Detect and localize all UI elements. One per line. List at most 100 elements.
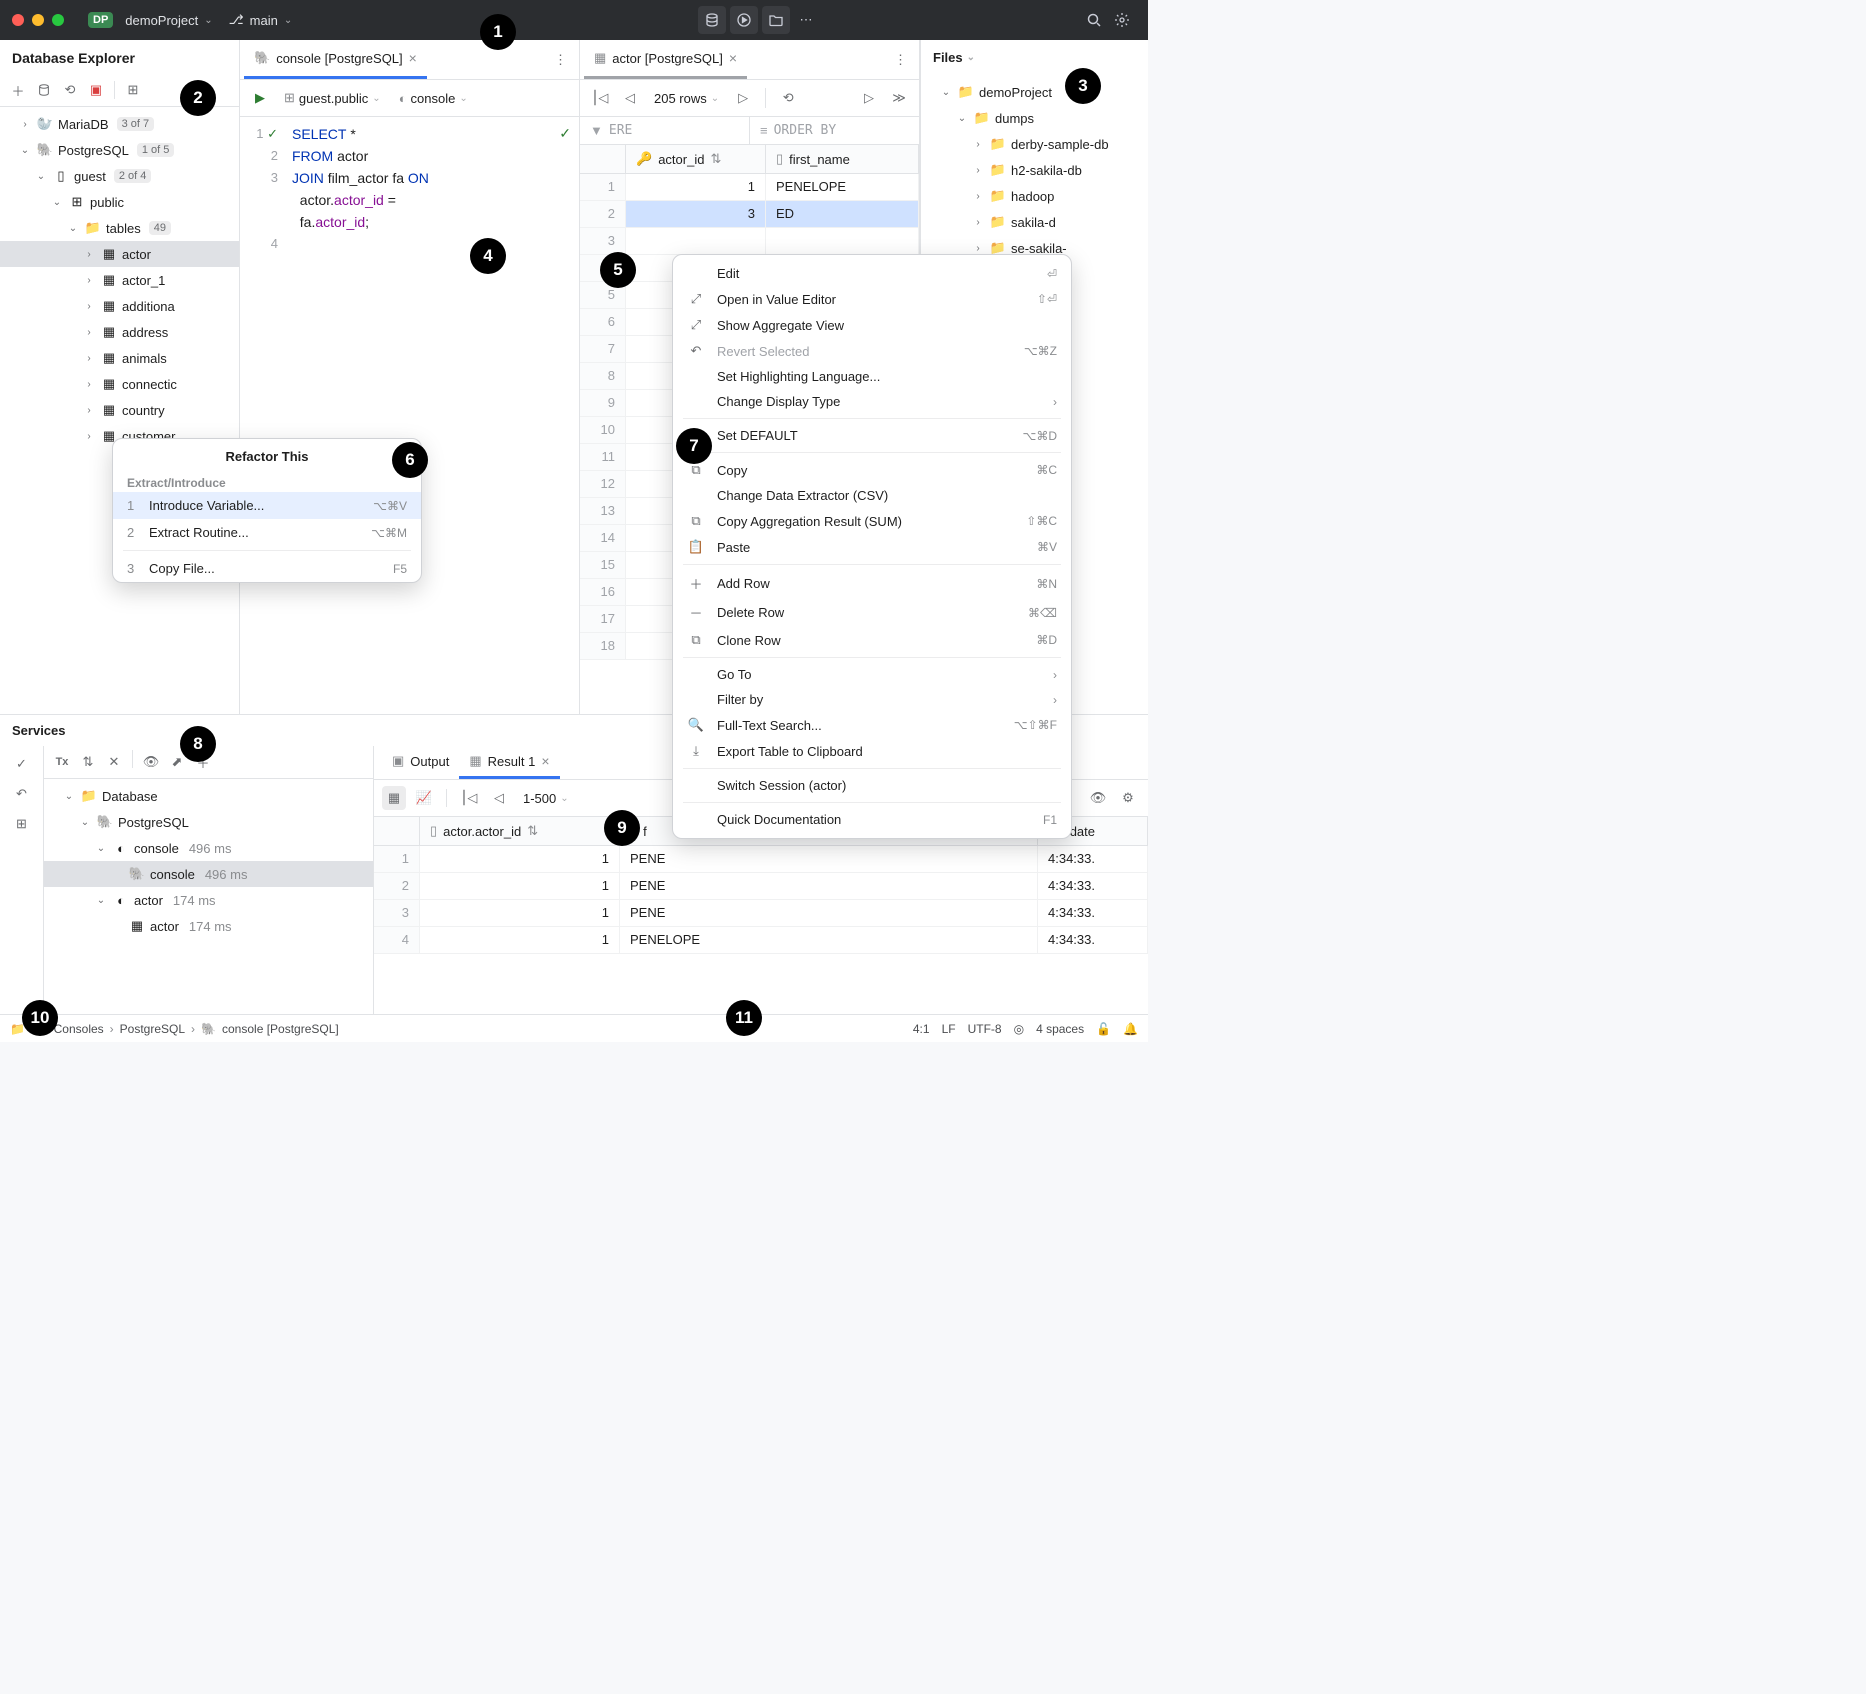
new-datasource-button[interactable]: ＋: [6, 78, 30, 102]
expand-button[interactable]: ⇅: [76, 750, 100, 774]
readonly-icon[interactable]: ◎: [1014, 1022, 1024, 1036]
table-row[interactable]: 1 1 PENELOPE: [580, 174, 919, 201]
line-ending[interactable]: LF: [942, 1022, 956, 1036]
view-button[interactable]: 👁: [139, 750, 163, 774]
project-selector[interactable]: DP demoProject ⌄: [80, 8, 221, 32]
maximize-window-button[interactable]: [52, 14, 64, 26]
tree-item[interactable]: › ▦ actor: [0, 241, 239, 267]
refactor-option[interactable]: 1Introduce Variable...⌥⌘V: [113, 492, 421, 519]
database-tool-icon[interactable]: [698, 6, 726, 34]
context-menu-item[interactable]: ⤢Show Aggregate View: [673, 312, 1071, 338]
tab-options-button[interactable]: ⋮: [546, 52, 575, 68]
context-menu-item[interactable]: ⤢Open in Value Editor⇧⏎: [673, 286, 1071, 312]
context-menu-item[interactable]: 🔍Full-Text Search...⌥⇧⌘F: [673, 712, 1071, 738]
code-editor[interactable]: 1 ✓234 ✓ SELECT *FROM actorJOIN film_act…: [240, 117, 579, 714]
table-row[interactable]: 4 1 PENELOPE 4:34:33.: [374, 927, 1148, 954]
tree-item[interactable]: ⌄ 📁 tables 49: [0, 215, 239, 241]
more-button[interactable]: ≫: [887, 86, 911, 110]
services-tree[interactable]: ⌄ 📁 Database ⌄ 🐘 PostgreSQL ⌄ ◐ console …: [44, 779, 373, 1014]
tab-result[interactable]: ▦Result 1×: [459, 746, 559, 779]
result-grid[interactable]: ▯actor.actor_id⇅ ▯f _update 1 1 PENE 4:3…: [374, 817, 1148, 1014]
run-tool-icon[interactable]: [730, 6, 758, 34]
context-menu-item[interactable]: －Delete Row⌘⌫: [673, 598, 1071, 627]
tree-item[interactable]: › 📁 sakila-d: [921, 209, 1148, 235]
stop-button[interactable]: ▣: [84, 78, 108, 102]
tree-item[interactable]: 🐘 console 496 ms: [44, 861, 373, 887]
refresh-button[interactable]: ⟲: [58, 78, 82, 102]
tab-console[interactable]: 🐘 console [PostgreSQL] ×: [244, 40, 427, 79]
tree-item[interactable]: ⌄ 📁 dumps: [921, 105, 1148, 131]
tab-options-button[interactable]: ⋮: [886, 52, 915, 68]
tree-item[interactable]: › ▦ connectic: [0, 371, 239, 397]
context-menu-item[interactable]: ＋Add Row⌘N: [673, 569, 1071, 598]
chart-view-button[interactable]: 📈: [412, 786, 436, 810]
tree-item[interactable]: › ▦ additiona: [0, 293, 239, 319]
context-menu-item[interactable]: Go To›: [673, 662, 1071, 687]
context-menu-item[interactable]: ⤓Export Table to Clipboard: [673, 738, 1071, 764]
reload-button[interactable]: ⟲: [776, 86, 800, 110]
context-menu-item[interactable]: ⧉Copy Aggregation Result (SUM)⇧⌘C: [673, 508, 1071, 534]
more-icon[interactable]: ⋯: [792, 6, 820, 34]
encoding[interactable]: UTF-8: [968, 1022, 1002, 1036]
tree-item[interactable]: › ▦ actor_1: [0, 267, 239, 293]
next-button[interactable]: ▷: [857, 86, 881, 110]
tree-item[interactable]: › ▦ animals: [0, 345, 239, 371]
settings-icon[interactable]: [1108, 6, 1136, 34]
layout-icon[interactable]: ⊞: [10, 812, 34, 836]
prev-page-button[interactable]: ◁: [618, 86, 642, 110]
tree-item[interactable]: ⌄ ◐ console 496 ms: [44, 835, 373, 861]
context-menu-item[interactable]: ↶Revert Selected⌥⌘Z: [673, 338, 1071, 364]
close-window-button[interactable]: [12, 14, 24, 26]
undo-icon[interactable]: ↶: [10, 782, 34, 806]
session-crumb[interactable]: ◐ console ⌄: [393, 89, 474, 108]
first-page-button[interactable]: ⎮◁: [457, 786, 481, 810]
tree-item[interactable]: ⌄ 🐘 PostgreSQL: [44, 809, 373, 835]
tree-item[interactable]: ⌄ ▯ guest 2 of 4: [0, 163, 239, 189]
branch-selector[interactable]: ⎇ main ⌄: [221, 8, 301, 32]
context-menu-item[interactable]: ⧉Clone Row⌘D: [673, 627, 1071, 653]
tree-item[interactable]: ⌄ ◐ actor 174 ms: [44, 887, 373, 913]
indent[interactable]: 4 spaces: [1036, 1022, 1084, 1036]
context-menu-item[interactable]: 📋Paste⌘V: [673, 534, 1071, 560]
tree-item[interactable]: › ▦ country: [0, 397, 239, 423]
tree-item[interactable]: › ▦ address: [0, 319, 239, 345]
tree-item[interactable]: ▦ actor 174 ms: [44, 913, 373, 939]
tab-actor[interactable]: ▦ actor [PostgreSQL] ×: [584, 40, 747, 79]
context-menu-item[interactable]: Switch Session (actor): [673, 773, 1071, 798]
close-icon[interactable]: ×: [541, 753, 549, 769]
table-row[interactable]: 3 1 PENE 4:34:33.: [374, 900, 1148, 927]
notifications-icon[interactable]: 🔔: [1123, 1022, 1138, 1036]
close-tab-button[interactable]: ×: [729, 50, 737, 66]
settings-button[interactable]: ⚙: [1116, 786, 1140, 810]
prev-page-button[interactable]: ◁: [487, 786, 511, 810]
context-menu-item[interactable]: Filter by›: [673, 687, 1071, 712]
tree-item[interactable]: ⌄ 📁 Database: [44, 783, 373, 809]
page-range[interactable]: 1-500⌄: [517, 789, 575, 808]
next-page-button[interactable]: ▷: [731, 86, 755, 110]
tree-item[interactable]: › 📁 derby-sample-db: [921, 131, 1148, 157]
view-options-button[interactable]: ⊞: [121, 78, 145, 102]
ok-icon[interactable]: ✓: [10, 752, 34, 776]
tx-button[interactable]: Tx: [50, 750, 74, 774]
context-menu-item[interactable]: Set Highlighting Language...: [673, 364, 1071, 389]
tab-output[interactable]: ▣Output: [382, 746, 459, 779]
refactor-option[interactable]: 2Extract Routine...⌥⌘M: [113, 519, 421, 546]
table-view-button[interactable]: ▦: [382, 786, 406, 810]
files-title[interactable]: Files ⌄: [921, 40, 1148, 75]
context-menu-item[interactable]: Edit⏎: [673, 261, 1071, 286]
table-row[interactable]: 2 1 PENE 4:34:33.: [374, 873, 1148, 900]
orderby-filter[interactable]: ≡ORDER BY: [750, 117, 919, 144]
breadcrumb[interactable]: 📁 ase Consoles› PostgreSQL› 🐘 console [P…: [10, 1022, 339, 1036]
cursor-position[interactable]: 4:1: [913, 1022, 930, 1036]
context-menu-item[interactable]: Change Data Extractor (CSV): [673, 483, 1071, 508]
search-icon[interactable]: [1080, 6, 1108, 34]
where-filter[interactable]: ▼ERE: [580, 117, 750, 144]
context-menu-item[interactable]: Quick DocumentationF1: [673, 807, 1071, 832]
database-tree[interactable]: › 🦭 MariaDB 3 of 7 ⌄ 🐘 PostgreSQL 1 of 5…: [0, 107, 239, 714]
refactor-option[interactable]: 3Copy File...F5: [113, 555, 421, 582]
table-row[interactable]: 3: [580, 228, 919, 255]
first-page-button[interactable]: ⎮◁: [588, 86, 612, 110]
table-row[interactable]: 1 1 PENE 4:34:33.: [374, 846, 1148, 873]
eye-button[interactable]: 👁: [1086, 786, 1110, 810]
run-button[interactable]: ▶: [248, 86, 272, 110]
